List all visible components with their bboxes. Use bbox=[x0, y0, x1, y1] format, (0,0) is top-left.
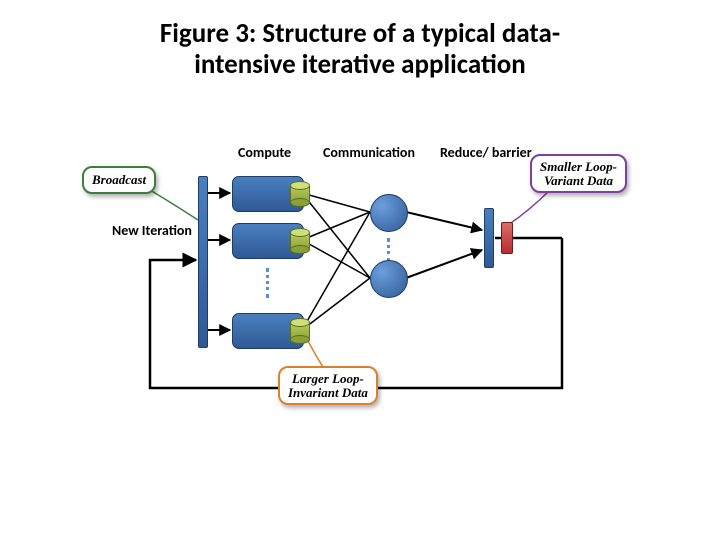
title-line-2: intensive iterative application bbox=[194, 48, 526, 81]
broadcast-bar bbox=[198, 176, 208, 348]
callout-text-l2: Invariant Data bbox=[288, 385, 368, 400]
cylinder-icon bbox=[290, 184, 308, 206]
cylinder-icon bbox=[290, 231, 308, 253]
callout-smaller-loop: Smaller Loop- Variant Data bbox=[530, 154, 627, 193]
diagram-stage: Compute Communication Reduce/ barrier Ne… bbox=[80, 130, 640, 470]
figure-title: Figure 3: Structure of a typical data- i… bbox=[0, 0, 720, 80]
ellipsis-icon bbox=[266, 268, 269, 298]
callout-text-l2: Variant Data bbox=[544, 173, 613, 188]
ellipsis-icon bbox=[387, 238, 390, 262]
cylinder-icon bbox=[290, 321, 308, 343]
callout-text: Broadcast bbox=[92, 172, 146, 187]
communication-node bbox=[370, 194, 408, 232]
title-line-1: Figure 3: Structure of a typical data- bbox=[160, 17, 560, 50]
reduce-bar bbox=[484, 208, 494, 268]
callout-broadcast: Broadcast bbox=[82, 166, 156, 194]
variant-data-bar bbox=[501, 222, 513, 254]
communication-node bbox=[370, 260, 408, 298]
callout-larger-loop: Larger Loop- Invariant Data bbox=[278, 366, 378, 405]
